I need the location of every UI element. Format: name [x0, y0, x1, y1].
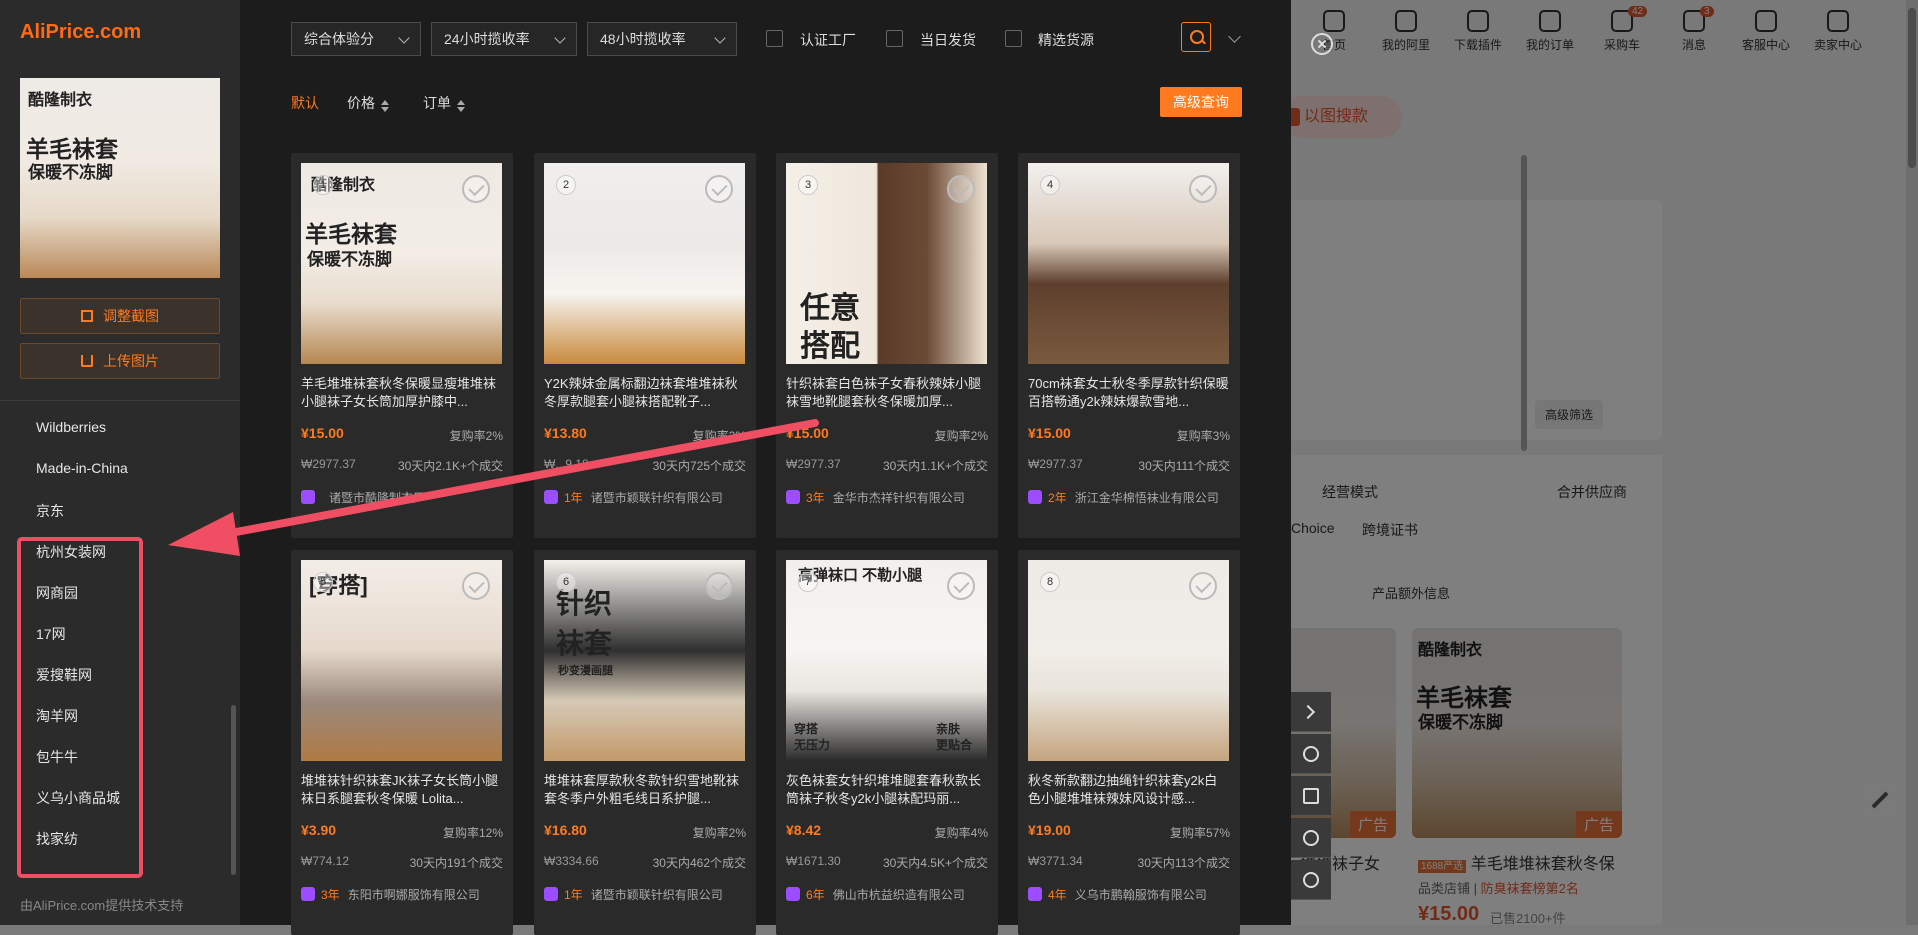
annotation-arrow	[168, 419, 819, 556]
